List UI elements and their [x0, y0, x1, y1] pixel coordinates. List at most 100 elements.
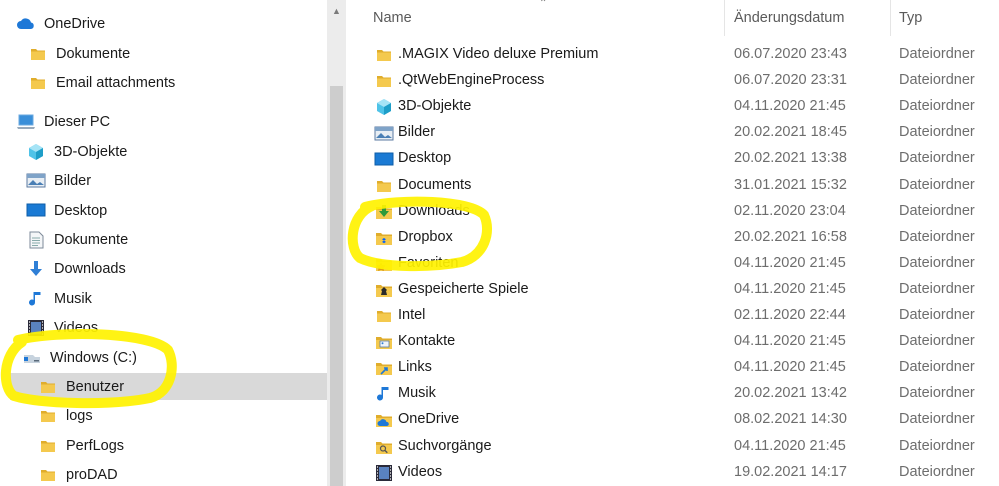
sidebar-item-videos[interactable]: Videos: [26, 314, 98, 341]
file-row[interactable]: Downloads 02.11.2020 23:04 Dateiordner: [346, 199, 999, 225]
sidebar-item-email-attachments[interactable]: Email attachments: [28, 69, 175, 96]
column-header-type[interactable]: Typ: [899, 0, 922, 36]
file-type: Dateiordner: [899, 307, 975, 323]
sidebar-item-label: Desktop: [54, 202, 108, 219]
file-modified-date: 06.07.2020 23:31: [734, 72, 847, 89]
file-name: .MAGIX Video deluxe Premium: [398, 46, 599, 62]
file-row[interactable]: OneDrive 08.02.2021 14:30 Dateiordner: [346, 407, 999, 433]
folder-icon: [28, 74, 48, 92]
sidebar-item-logs[interactable]: logs: [38, 402, 93, 429]
file-name: OneDrive: [398, 411, 460, 428]
sidebar-item-dieser-pc[interactable]: Dieser PC: [16, 108, 110, 135]
folder-icon: [38, 466, 58, 484]
sidebar-item-dokumente[interactable]: Dokumente: [28, 40, 130, 67]
file-row[interactable]: Favoriten 04.11.2020 21:45 Dateiordner: [346, 251, 999, 277]
onedrive-cloud-icon: [16, 15, 36, 33]
sidebar-item-desktop[interactable]: Desktop: [26, 197, 107, 224]
file-row[interactable]: .MAGIX Video deluxe Premium 06.07.2020 23…: [346, 42, 999, 68]
sidebar-item-downloads[interactable]: Downloads: [26, 255, 126, 282]
file-row[interactable]: Documents 31.01.2021 15:32 Dateiordner: [346, 173, 999, 199]
sidebar-item-windows-c[interactable]: Windows (C:): [22, 344, 137, 371]
sidebar-item-3d-objekte[interactable]: 3D-Objekte: [26, 138, 127, 165]
file-modified-date: 06.07.2020 23:43: [734, 46, 847, 62]
documents-icon: [26, 231, 46, 249]
column-header-name[interactable]: Name: [373, 0, 412, 36]
file-modified-date: 19.02.2021 14:17: [734, 463, 847, 480]
file-row[interactable]: Kontakte 04.11.2020 21:45 Dateiordner: [346, 329, 999, 355]
desktop-icon: [26, 202, 46, 220]
sidebar-item-label: OneDrive: [44, 15, 106, 32]
sidebar-item-musik[interactable]: Musik: [26, 285, 92, 312]
file-name: Links: [398, 359, 432, 376]
onedrive-folder-icon: [374, 411, 394, 429]
file-type: Dateiordner: [899, 280, 975, 297]
file-type: Dateiordner: [899, 176, 975, 193]
navigation-pane: OneDrive Dokumente Email attachments Dieser…: [0, 0, 327, 486]
file-modified-date: 20.02.2021 18:45: [734, 124, 847, 141]
file-modified-date: 04.11.2020 21:45: [734, 98, 846, 115]
saved-games-icon: [374, 281, 394, 299]
file-row[interactable]: Videos 19.02.2021 14:17 Dateiordner: [346, 460, 999, 486]
file-modified-date: 20.02.2021 13:38: [734, 150, 847, 167]
file-name: Desktop: [398, 150, 452, 167]
file-name: Downloads: [398, 202, 470, 219]
folder-icon: [38, 378, 58, 396]
file-row[interactable]: Desktop 20.02.2021 13:38 Dateiordner: [346, 146, 999, 172]
sidebar-item-label: Email attachments: [56, 74, 176, 91]
film-icon: [374, 464, 394, 482]
pc-icon: [16, 113, 36, 131]
sidebar-item-onedrive[interactable]: OneDrive: [16, 10, 105, 37]
file-type: Dateiordner: [899, 437, 975, 454]
column-divider[interactable]: [890, 0, 891, 36]
file-modified-date: 08.02.2021 14:30: [734, 411, 847, 428]
sidebar-item-prodad[interactable]: proDAD: [38, 461, 118, 486]
file-type: Dateiordner: [899, 385, 975, 402]
folder-icon: [28, 45, 48, 63]
sidebar-item-dokumente[interactable]: Dokumente: [26, 226, 128, 253]
file-row[interactable]: Bilder 20.02.2021 18:45 Dateiordner: [346, 120, 999, 146]
searches-folder-icon: [374, 438, 394, 456]
sidebar-item-label: Dokumente: [56, 45, 131, 62]
column-divider[interactable]: [724, 0, 725, 36]
file-row[interactable]: Intel 02.11.2020 22:44 Dateiordner: [346, 303, 999, 329]
file-modified-date: 04.11.2020 21:45: [734, 254, 846, 271]
column-header-date[interactable]: Änderungsdatum: [734, 0, 844, 36]
file-row[interactable]: Dropbox 20.02.2021 16:58 Dateiordner: [346, 225, 999, 251]
file-name: Documents: [398, 176, 472, 193]
file-type: Dateiordner: [899, 228, 975, 245]
pictures-icon: [26, 172, 46, 190]
sidebar-item-benutzer[interactable]: Benutzer: [10, 373, 327, 400]
navigation-scrollbar[interactable]: ▲: [327, 0, 346, 486]
file-name: Favoriten: [398, 254, 459, 271]
file-name: Kontakte: [398, 333, 456, 350]
scrollbar-thumb[interactable]: [330, 86, 343, 486]
sidebar-item-bilder[interactable]: Bilder: [26, 167, 91, 194]
file-name: Suchvorgänge: [398, 437, 492, 454]
sidebar-item-label: Bilder: [54, 172, 92, 189]
file-type: Dateiordner: [899, 98, 975, 115]
file-name: Intel: [398, 307, 426, 323]
file-modified-date: 04.11.2020 21:45: [734, 359, 846, 376]
sidebar-item-label: Musik: [54, 290, 92, 307]
file-row[interactable]: Musik 20.02.2021 13:42 Dateiordner: [346, 381, 999, 407]
file-row[interactable]: Gespeicherte Spiele 04.11.2020 21:45 Datei…: [346, 277, 999, 303]
sort-ascending-icon: ⌃: [539, 0, 548, 9]
downloads-folder-icon: [374, 203, 394, 221]
sidebar-item-label: logs: [66, 407, 93, 424]
sidebar-item-label: Downloads: [54, 260, 126, 277]
favorites-star-icon: [374, 255, 394, 273]
sidebar-item-perflogs[interactable]: PerfLogs: [38, 432, 124, 459]
drive-icon: [22, 349, 42, 367]
music-note-icon: [26, 290, 46, 308]
dropbox-folder-icon: [374, 229, 394, 247]
3d-objects-icon: [374, 98, 394, 116]
folder-icon: [38, 407, 58, 425]
file-row[interactable]: Suchvorgänge 04.11.2020 21:45 Dateiordner: [346, 434, 999, 460]
file-modified-date: 02.11.2020 23:04: [734, 202, 846, 219]
scroll-up-arrow-icon[interactable]: ▲: [332, 6, 341, 16]
file-row[interactable]: .QtWebEngineProcess 06.07.2020 23:31 Datei…: [346, 68, 999, 94]
sidebar-item-label: PerfLogs: [66, 437, 125, 454]
file-row[interactable]: 3D-Objekte 04.11.2020 21:45 Dateiordner: [346, 94, 999, 120]
file-name: Gespeicherte Spiele: [398, 280, 529, 297]
file-row[interactable]: Links 04.11.2020 21:45 Dateiordner: [346, 355, 999, 381]
